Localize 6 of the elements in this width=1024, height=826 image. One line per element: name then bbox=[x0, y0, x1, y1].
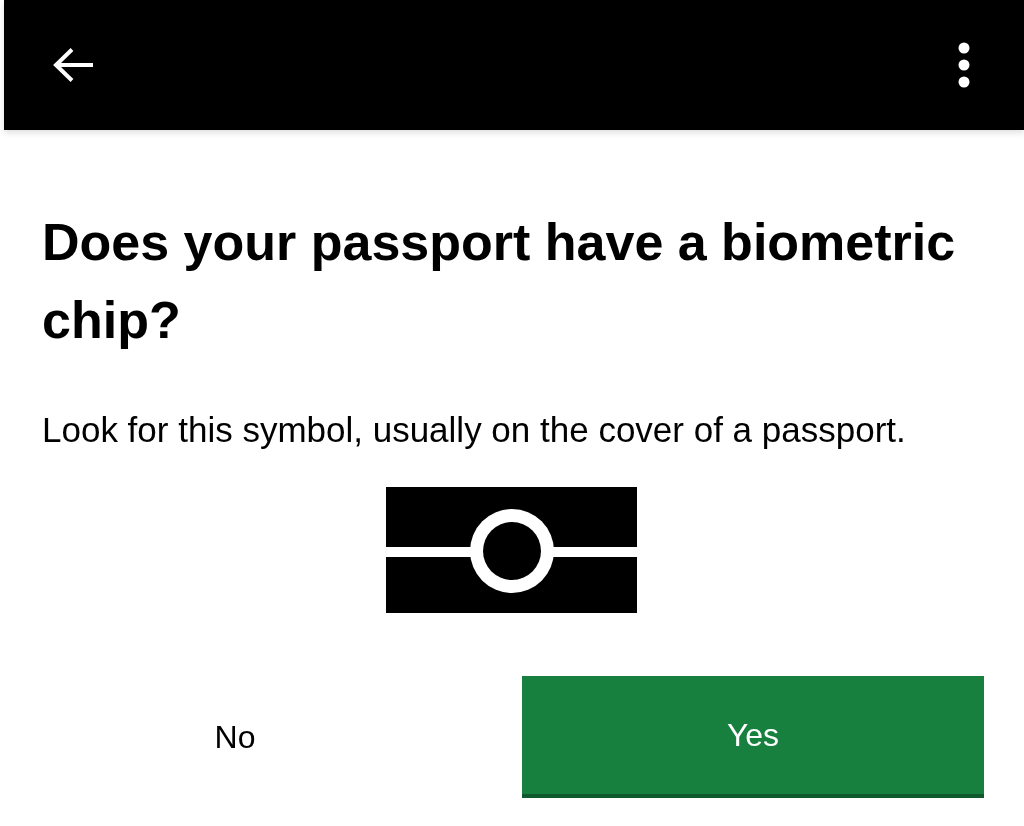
instruction-text: Look for this symbol, usually on the cover of a passport. bbox=[42, 409, 907, 451]
more-options-icon[interactable] bbox=[958, 42, 970, 88]
question-heading: Does your passport have a biometric chip? bbox=[42, 212, 957, 351]
back-arrow-icon[interactable] bbox=[52, 47, 94, 83]
yes-answer-button[interactable]: Yes bbox=[522, 676, 984, 798]
chip-symbol-icon bbox=[385, 487, 637, 613]
